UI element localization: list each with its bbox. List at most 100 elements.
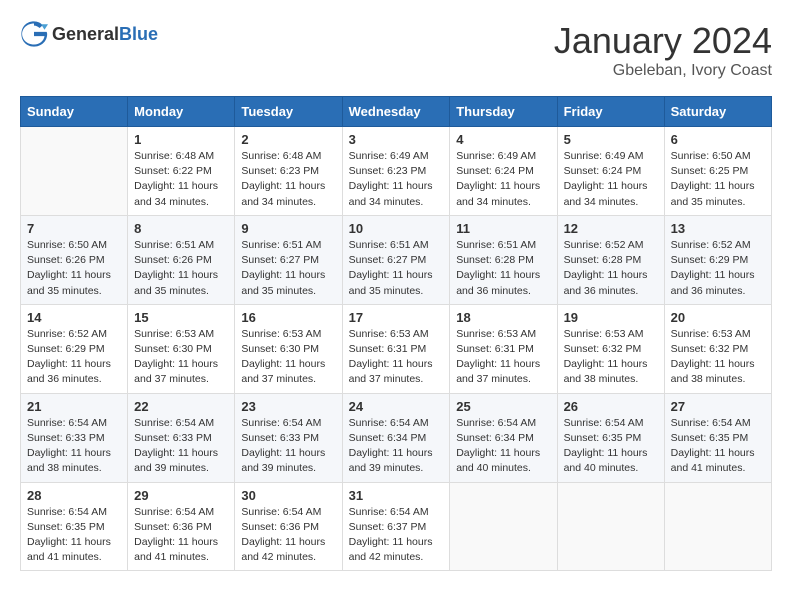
calendar-day-cell: [664, 482, 771, 571]
day-info: Sunrise: 6:54 AMSunset: 6:33 PMDaylight:…: [27, 416, 121, 477]
calendar-week-row: 14Sunrise: 6:52 AMSunset: 6:29 PMDayligh…: [21, 304, 772, 393]
calendar-day-cell: 10 Sunrise: 6:51 AMSunset: 6:27 PMDayligh…: [342, 215, 450, 304]
day-info: Sunrise: 6:53 AMSunset: 6:32 PMDaylight:…: [564, 327, 658, 388]
day-info: Sunrise: 6:50 AMSunset: 6:25 PMDaylight:…: [671, 149, 765, 210]
logo-general: General: [52, 24, 119, 44]
day-number: 8: [134, 221, 228, 236]
day-info: Sunrise: 6:51 AMSunset: 6:26 PMDaylight:…: [134, 238, 228, 299]
day-info: Sunrise: 6:54 AMSunset: 6:36 PMDaylight:…: [134, 505, 228, 566]
calendar-day-cell: 15 Sunrise: 6:53 AMSunset: 6:30 PMDayligh…: [128, 304, 235, 393]
calendar-day-cell: 18 Sunrise: 6:53 AMSunset: 6:31 PMDayligh…: [450, 304, 557, 393]
calendar-day-cell: 25 Sunrise: 6:54 AMSunset: 6:34 PMDayligh…: [450, 393, 557, 482]
day-info: Sunrise: 6:54 AMSunset: 6:33 PMDaylight:…: [241, 416, 335, 477]
day-number: 14: [27, 310, 121, 325]
calendar-day-cell: 20Sunrise: 6:53 AMSunset: 6:32 PMDayligh…: [664, 304, 771, 393]
day-of-week-header: Saturday: [664, 97, 771, 127]
calendar-week-row: 28 Sunrise: 6:54 AMSunset: 6:35 PMDayligh…: [21, 482, 772, 571]
day-number: 12: [564, 221, 658, 236]
title-block: January 2024 Gbeleban, Ivory Coast: [554, 20, 772, 80]
calendar-day-cell: 14Sunrise: 6:52 AMSunset: 6:29 PMDayligh…: [21, 304, 128, 393]
day-of-week-header: Thursday: [450, 97, 557, 127]
day-info: Sunrise: 6:54 AMSunset: 6:35 PMDaylight:…: [564, 416, 658, 477]
day-number: 31: [349, 488, 444, 503]
calendar-day-cell: 5 Sunrise: 6:49 AMSunset: 6:24 PMDaylight…: [557, 127, 664, 216]
calendar-day-cell: 22 Sunrise: 6:54 AMSunset: 6:33 PMDayligh…: [128, 393, 235, 482]
day-number: 6: [671, 132, 765, 147]
day-info: Sunrise: 6:50 AMSunset: 6:26 PMDaylight:…: [27, 238, 121, 299]
day-number: 28: [27, 488, 121, 503]
day-number: 17: [349, 310, 444, 325]
calendar-day-cell: 28 Sunrise: 6:54 AMSunset: 6:35 PMDayligh…: [21, 482, 128, 571]
day-info: Sunrise: 6:54 AMSunset: 6:37 PMDaylight:…: [349, 505, 444, 566]
calendar-day-cell: 21 Sunrise: 6:54 AMSunset: 6:33 PMDayligh…: [21, 393, 128, 482]
day-of-week-header: Sunday: [21, 97, 128, 127]
calendar-day-cell: 24 Sunrise: 6:54 AMSunset: 6:34 PMDayligh…: [342, 393, 450, 482]
calendar-day-cell: 23 Sunrise: 6:54 AMSunset: 6:33 PMDayligh…: [235, 393, 342, 482]
calendar-day-cell: [450, 482, 557, 571]
day-number: 21: [27, 399, 121, 414]
calendar-day-cell: 2Sunrise: 6:48 AMSunset: 6:23 PMDaylight…: [235, 127, 342, 216]
day-number: 10: [349, 221, 444, 236]
calendar-table: SundayMondayTuesdayWednesdayThursdayFrid…: [20, 96, 772, 571]
day-info: Sunrise: 6:48 AMSunset: 6:22 PMDaylight:…: [134, 149, 228, 210]
logo-text: GeneralBlue: [52, 24, 158, 45]
day-info: Sunrise: 6:53 AMSunset: 6:32 PMDaylight:…: [671, 327, 765, 388]
calendar-day-cell: 26 Sunrise: 6:54 AMSunset: 6:35 PMDayligh…: [557, 393, 664, 482]
calendar-day-cell: 29 Sunrise: 6:54 AMSunset: 6:36 PMDayligh…: [128, 482, 235, 571]
calendar-day-cell: 27Sunrise: 6:54 AMSunset: 6:35 PMDayligh…: [664, 393, 771, 482]
calendar-day-cell: 12Sunrise: 6:52 AMSunset: 6:28 PMDayligh…: [557, 215, 664, 304]
logo: GeneralBlue: [20, 20, 158, 48]
calendar-day-cell: 8 Sunrise: 6:51 AMSunset: 6:26 PMDaylight…: [128, 215, 235, 304]
day-info: Sunrise: 6:53 AMSunset: 6:31 PMDaylight:…: [456, 327, 550, 388]
day-of-week-header: Monday: [128, 97, 235, 127]
page-header: GeneralBlue January 2024 Gbeleban, Ivory…: [20, 20, 772, 80]
day-number: 5: [564, 132, 658, 147]
day-number: 11: [456, 221, 550, 236]
day-number: 15: [134, 310, 228, 325]
day-info: Sunrise: 6:54 AMSunset: 6:34 PMDaylight:…: [349, 416, 444, 477]
calendar-week-row: 1Sunrise: 6:48 AMSunset: 6:22 PMDaylight…: [21, 127, 772, 216]
day-number: 26: [564, 399, 658, 414]
day-number: 7: [27, 221, 121, 236]
day-info: Sunrise: 6:53 AMSunset: 6:30 PMDaylight:…: [241, 327, 335, 388]
day-number: 16: [241, 310, 335, 325]
day-info: Sunrise: 6:54 AMSunset: 6:36 PMDaylight:…: [241, 505, 335, 566]
day-number: 23: [241, 399, 335, 414]
day-number: 18: [456, 310, 550, 325]
calendar-day-cell: 9 Sunrise: 6:51 AMSunset: 6:27 PMDaylight…: [235, 215, 342, 304]
day-info: Sunrise: 6:51 AMSunset: 6:27 PMDaylight:…: [241, 238, 335, 299]
day-of-week-header: Wednesday: [342, 97, 450, 127]
day-info: Sunrise: 6:54 AMSunset: 6:33 PMDaylight:…: [134, 416, 228, 477]
day-number: 30: [241, 488, 335, 503]
day-number: 22: [134, 399, 228, 414]
day-info: Sunrise: 6:53 AMSunset: 6:31 PMDaylight:…: [349, 327, 444, 388]
calendar-day-cell: 17 Sunrise: 6:53 AMSunset: 6:31 PMDayligh…: [342, 304, 450, 393]
day-number: 3: [349, 132, 444, 147]
day-info: Sunrise: 6:51 AMSunset: 6:27 PMDaylight:…: [349, 238, 444, 299]
day-number: 2: [241, 132, 335, 147]
calendar-week-row: 7 Sunrise: 6:50 AMSunset: 6:26 PMDaylight…: [21, 215, 772, 304]
calendar-day-cell: 30 Sunrise: 6:54 AMSunset: 6:36 PMDayligh…: [235, 482, 342, 571]
day-info: Sunrise: 6:54 AMSunset: 6:34 PMDaylight:…: [456, 416, 550, 477]
day-number: 25: [456, 399, 550, 414]
calendar-day-cell: [21, 127, 128, 216]
location-title: Gbeleban, Ivory Coast: [554, 62, 772, 80]
day-number: 4: [456, 132, 550, 147]
day-number: 24: [349, 399, 444, 414]
day-of-week-header: Tuesday: [235, 97, 342, 127]
calendar-week-row: 21 Sunrise: 6:54 AMSunset: 6:33 PMDayligh…: [21, 393, 772, 482]
calendar-day-cell: 6 Sunrise: 6:50 AMSunset: 6:25 PMDaylight…: [664, 127, 771, 216]
day-info: Sunrise: 6:53 AMSunset: 6:30 PMDaylight:…: [134, 327, 228, 388]
calendar-day-cell: 19 Sunrise: 6:53 AMSunset: 6:32 PMDayligh…: [557, 304, 664, 393]
calendar-day-cell: 7 Sunrise: 6:50 AMSunset: 6:26 PMDaylight…: [21, 215, 128, 304]
calendar-day-cell: 16 Sunrise: 6:53 AMSunset: 6:30 PMDayligh…: [235, 304, 342, 393]
day-info: Sunrise: 6:54 AMSunset: 6:35 PMDaylight:…: [27, 505, 121, 566]
day-info: Sunrise: 6:49 AMSunset: 6:24 PMDaylight:…: [564, 149, 658, 210]
day-number: 19: [564, 310, 658, 325]
days-header-row: SundayMondayTuesdayWednesdayThursdayFrid…: [21, 97, 772, 127]
calendar-day-cell: 11Sunrise: 6:51 AMSunset: 6:28 PMDayligh…: [450, 215, 557, 304]
day-info: Sunrise: 6:49 AMSunset: 6:23 PMDaylight:…: [349, 149, 444, 210]
day-info: Sunrise: 6:49 AMSunset: 6:24 PMDaylight:…: [456, 149, 550, 210]
day-number: 29: [134, 488, 228, 503]
day-number: 9: [241, 221, 335, 236]
